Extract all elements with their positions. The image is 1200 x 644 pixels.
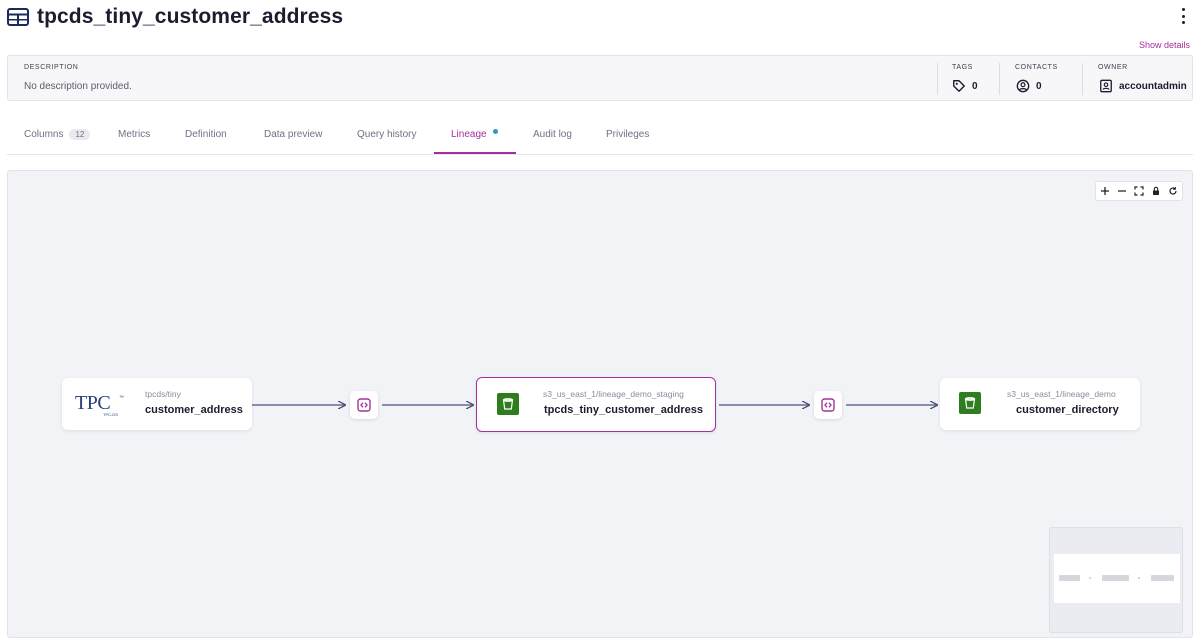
- tab-label: Metrics: [118, 129, 151, 140]
- tab-label: Definition: [185, 129, 227, 140]
- node-namespace: s3_us_east_1/lineage_demo_staging: [543, 389, 684, 399]
- page-title: tpcds_tiny_customer_address: [37, 5, 344, 28]
- tab-label: Query history: [357, 129, 417, 140]
- tags-count: 0: [972, 80, 978, 92]
- divider: [999, 63, 1000, 95]
- divider: [1082, 63, 1083, 95]
- tab-label: Lineage: [451, 129, 487, 140]
- info-card: DESCRIPTION No description provided. TAG…: [7, 55, 1193, 101]
- minimap[interactable]: [1049, 527, 1183, 633]
- node-name: tpcds_tiny_customer_address: [544, 404, 703, 416]
- contacts-label: CONTACTS: [1015, 64, 1058, 71]
- description-label: DESCRIPTION: [24, 64, 79, 71]
- active-tab-underline: [434, 152, 516, 154]
- owner-badge-icon: [1100, 79, 1112, 93]
- minimap-transform: [1138, 577, 1140, 579]
- description-value: No description provided.: [24, 81, 132, 92]
- tab-columns[interactable]: Columns 12: [24, 129, 91, 140]
- transformation-node[interactable]: [350, 391, 378, 419]
- tab-label: Columns: [24, 129, 64, 140]
- minimap-node: [1102, 575, 1129, 581]
- divider: [937, 63, 938, 95]
- user-circle-icon: [1016, 79, 1030, 93]
- owner-name: accountadmin: [1119, 80, 1187, 92]
- tab-label: Audit log: [533, 129, 572, 140]
- fit-view-icon[interactable]: [1132, 185, 1145, 198]
- tab-metrics[interactable]: Metrics: [118, 129, 150, 140]
- minimap-viewport: [1054, 554, 1180, 603]
- page-header: tpcds_tiny_customer_address: [7, 4, 343, 30]
- zoom-out-icon[interactable]: [1115, 185, 1128, 198]
- tab-label: Privileges: [606, 129, 650, 140]
- refresh-icon[interactable]: [1167, 185, 1180, 198]
- tab-label: Data preview: [264, 129, 323, 140]
- tpc-logo-sub: TPC-DS: [103, 412, 118, 417]
- node-namespace: s3_us_east_1/lineage_demo: [1007, 389, 1116, 399]
- node-namespace: tpcds/tiny: [145, 389, 181, 399]
- zoom-in-icon[interactable]: [1098, 185, 1111, 198]
- tab-bar: Columns 12 Metrics Definition Data previ…: [7, 118, 1193, 155]
- owner-label: OWNER: [1098, 64, 1128, 71]
- table-icon: [7, 8, 29, 26]
- transformation-node[interactable]: [814, 391, 842, 419]
- columns-count-badge: 12: [69, 129, 91, 140]
- active-indicator-dot: [492, 129, 498, 134]
- show-details-link[interactable]: Show details: [1139, 40, 1190, 50]
- contacts-value[interactable]: 0: [1016, 79, 1042, 93]
- tags-label: TAGS: [952, 64, 973, 71]
- lineage-node-current[interactable]: s3_us_east_1/lineage_demo_staging tpcds_…: [476, 377, 716, 432]
- tag-icon: [953, 80, 965, 92]
- tpc-logo: TPC ™ TPC-DS: [75, 393, 127, 417]
- tab-audit-log[interactable]: Audit log: [533, 129, 572, 140]
- more-options-icon[interactable]: [1180, 8, 1186, 24]
- lineage-canvas[interactable]: TPC ™ TPC-DS tpcds/tiny customer_address…: [7, 170, 1193, 638]
- tab-query-history[interactable]: Query history: [357, 129, 416, 140]
- lineage-node-source[interactable]: TPC ™ TPC-DS tpcds/tiny customer_address: [62, 378, 252, 430]
- tab-definition[interactable]: Definition: [185, 129, 227, 140]
- contacts-count: 0: [1036, 80, 1042, 92]
- minimap-node: [1059, 575, 1080, 581]
- tags-value[interactable]: 0: [952, 79, 978, 93]
- node-name: customer_address: [145, 404, 243, 416]
- tpc-logo-tm: ™: [119, 395, 124, 401]
- s3-bucket-icon: [959, 392, 981, 414]
- code-transform-icon: [357, 398, 371, 412]
- tab-data-preview[interactable]: Data preview: [264, 129, 322, 140]
- tab-lineage[interactable]: Lineage: [451, 129, 498, 140]
- minimap-node: [1151, 575, 1174, 581]
- lineage-node-target[interactable]: s3_us_east_1/lineage_demo customer_direc…: [940, 378, 1140, 430]
- tpc-logo-text: TPC: [75, 392, 111, 414]
- node-name: customer_directory: [1016, 404, 1119, 416]
- s3-bucket-icon: [497, 393, 519, 415]
- minimap-transform: [1089, 577, 1091, 579]
- code-transform-icon: [821, 398, 835, 412]
- owner-value[interactable]: accountadmin: [1099, 79, 1187, 93]
- lock-icon[interactable]: [1150, 185, 1163, 198]
- canvas-controls: [1095, 181, 1183, 201]
- tab-privileges[interactable]: Privileges: [606, 129, 649, 140]
